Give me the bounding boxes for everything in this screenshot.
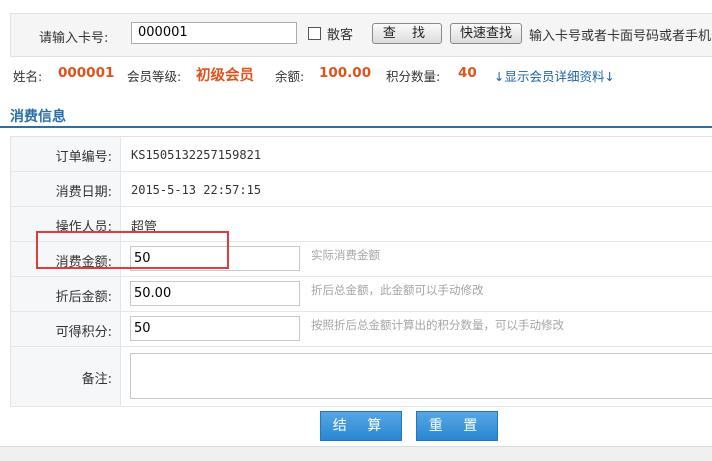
consumption-date-label: 消费日期: [55,185,112,200]
member-name-label: 姓名: [13,69,43,84]
bottom-bar [0,446,712,461]
section-title: 消费信息 [10,109,66,125]
earned-points-input[interactable]: 50 [130,316,300,341]
discounted-amount-input[interactable]: 50.00 [130,281,300,306]
reset-button[interactable]: 重 置 [416,411,498,441]
balance-value: 100.00 [319,65,372,81]
discounted-amount-row: 折后金额: 50.00 折后总金额，此金额可以手动修改 [11,277,712,312]
earned-points-label: 可得积分: [55,325,112,340]
notes-label: 备注: [81,372,112,387]
walk-in-checkbox[interactable] [308,27,321,40]
card-number-input[interactable]: 000001 [131,22,297,44]
amount-highlight-box [36,231,229,269]
earned-points-hint: 按照折后总金额计算出的积分数量，可以手动修改 [311,318,564,332]
points-label: 积分数量: [386,69,441,84]
walk-in-label[interactable]: 散客 [327,24,353,43]
card-search-bar: 请输入卡号: 000001 散客 查 找 快速查找 输入卡号或者卡面号码或者手机… [10,13,712,57]
quick-find-button[interactable]: 快速查找 [450,23,522,44]
notes-textarea[interactable] [130,353,712,399]
member-name-value: 000001 [58,65,115,81]
balance-label: 余额: [275,69,305,84]
discounted-amount-hint: 折后总金额，此金额可以手动修改 [311,283,484,297]
consumption-form: 订单编号: KS1505132257159821 消费日期: 2015-5-13… [10,136,712,407]
member-grade-label: 会员等级: [127,69,182,84]
member-summary: 姓名: 000001 会员等级: 初级会员 余额: 100.00 积分数量: 4… [10,65,710,86]
amount-hint: 实际消费金额 [311,248,380,262]
show-member-details-link[interactable]: ↓显示会员详细资料↓ [494,66,615,85]
points-value: 40 [458,65,477,81]
order-number-value: KS1505132257159821 [131,148,262,162]
find-button[interactable]: 查 找 [372,23,442,44]
search-hint-text: 输入卡号或者卡面号码或者手机号 [529,29,712,44]
card-number-label: 请输入卡号: [39,31,109,46]
order-number-label: 订单编号: [55,150,112,165]
member-grade-value: 初级会员 [196,68,254,84]
consumption-date-value: 2015-5-13 22:57:15 [131,183,262,197]
discounted-amount-label: 折后金额: [55,290,112,305]
section-divider [0,126,712,128]
order-number-row: 订单编号: KS1505132257159821 [11,137,712,172]
settle-button[interactable]: 结 算 [320,411,402,441]
notes-row: 备注: [11,347,712,407]
consumption-date-row: 消费日期: 2015-5-13 22:57:15 [11,172,712,207]
points-row: 可得积分: 50 按照折后总金额计算出的积分数量，可以手动修改 [11,312,712,347]
